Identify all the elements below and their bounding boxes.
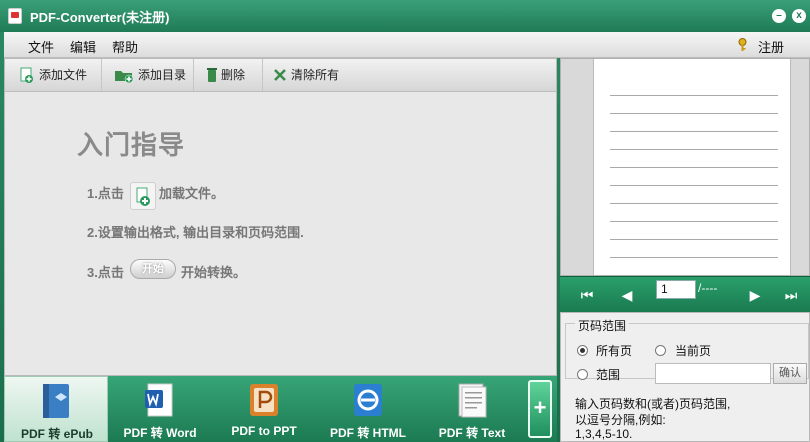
range-help-line3: 1,3,4,5-10. [575,427,633,441]
add-file-label: 添加文件 [39,68,88,82]
register-button[interactable]: 注册 [758,37,784,56]
range-input[interactable] [655,363,771,384]
text-line [610,257,778,258]
delete-label: 删除 [221,68,246,82]
step3-start-icon: 开始 [130,259,176,279]
page-range-section: 页码范围 所有页 当前页 范围 确认 输入页码数和(或者)页码范围, 以逗号分隔… [560,312,810,442]
page-number-input[interactable]: 1 [656,280,696,299]
tab-pdf-to-text[interactable]: PDF 转 Text [420,376,524,442]
first-page-button[interactable]: ⏮ [578,286,596,304]
clear-all-button[interactable]: 清除所有 [263,59,363,91]
title-bar: PDF-Converter(未注册) – x [0,0,810,32]
clear-all-label: 清除所有 [291,68,340,82]
add-file-button[interactable]: 添加文件 [5,59,102,91]
text-line [610,167,778,168]
tab-pdf-to-epub[interactable]: PDF 转 ePub [4,376,108,442]
add-directory-button[interactable]: 添加目录 [102,59,194,91]
epub-label: PDF 转 ePub [20,427,93,441]
all-pages-label: 所有页 [596,344,633,358]
html-browser-icon [354,384,382,416]
ppt-label: PDF to PPT [231,424,297,438]
minimize-button[interactable]: – [772,9,786,23]
epub-book-icon [43,384,69,418]
menu-help[interactable]: 帮助 [112,37,138,56]
text-line [610,113,778,114]
page-total: /---- [698,281,718,295]
current-page-radio[interactable] [655,345,666,356]
current-page-label: 当前页 [675,344,712,358]
menu-bar: 文件 编辑 帮助 注册 [4,32,810,58]
menu-file[interactable]: 文件 [28,37,54,56]
step1-suffix: 加载文件。 [159,186,225,201]
step1-prefix: 1.点击 [87,186,124,201]
prev-page-button[interactable]: ◀ [618,286,636,304]
all-pages-radio[interactable] [577,345,588,356]
preview-panel: ⏮ ◀ 1 /---- ▶ ⏭ 页码范围 所有页 当前页 范围 确认 输入页码数… [560,58,810,442]
last-page-button[interactable]: ⏭ [782,286,800,304]
text-line [610,95,778,96]
step1-add-file-icon [130,182,156,210]
range-help-line1: 输入页码数和(或者)页码范围, [575,397,731,411]
trash-icon [207,68,217,82]
ppt-icon [250,384,278,416]
window-title: PDF-Converter(未注册) [30,10,170,25]
text-label: PDF 转 Text [438,426,506,440]
page-navigation-bar: ⏮ ◀ 1 /---- ▶ ⏭ [560,276,810,312]
page-preview [560,58,810,276]
word-label: PDF 转 Word [123,426,197,440]
guide-title: 入门指导 [77,130,186,160]
word-doc-icon [145,383,173,417]
menu-edit[interactable]: 编辑 [70,37,96,56]
text-line [610,221,778,222]
clear-x-icon [274,69,286,81]
step2-text: 2.设置输出格式, 输出目录和页码范围. [87,225,304,240]
add-folder-icon [115,71,134,83]
next-page-button[interactable]: ▶ [746,286,764,304]
app-logo-icon [8,8,22,24]
confirm-button[interactable]: 确认 [773,363,807,384]
tab-pdf-to-html[interactable]: PDF 转 HTML [316,376,420,442]
range-legend: 页码范围 [575,317,630,334]
add-directory-label: 添加目录 [138,68,187,82]
page-thumbnail [593,59,791,275]
conversion-tabs: PDF 转 ePub PDF 转 Word PDF to PPT PDF 转 H… [4,376,557,442]
text-line [610,149,778,150]
text-line [610,131,778,132]
key-icon[interactable] [737,38,748,52]
app-window: PDF-Converter(未注册) – x 文件 编辑 帮助 注册 添加文件 [0,0,810,442]
tab-pdf-to-ppt[interactable]: PDF to PPT [212,376,316,442]
text-line [610,203,778,204]
toolbar: 添加文件 添加目录 删除 清除所有 [5,59,556,92]
add-conversion-button[interactable]: + [528,380,552,438]
step3-prefix: 3.点击 [87,265,124,280]
text-line [610,185,778,186]
add-file-icon [20,67,33,83]
custom-range-label: 范围 [596,368,621,382]
range-help-line2: 以逗号分隔,例如: [575,413,666,427]
html-label: PDF 转 HTML [330,426,406,440]
file-list-panel: 添加文件 添加目录 删除 清除所有 入门指导 1.点击 加载文件。 2.设置输出… [4,58,557,376]
text-doc-icon [458,383,487,418]
tab-pdf-to-word[interactable]: PDF 转 Word [108,376,212,442]
close-button[interactable]: x [792,9,806,23]
step3-suffix: 开始转换。 [181,265,247,280]
delete-button[interactable]: 删除 [194,59,263,91]
text-line [610,239,778,240]
custom-range-radio[interactable] [577,369,588,380]
